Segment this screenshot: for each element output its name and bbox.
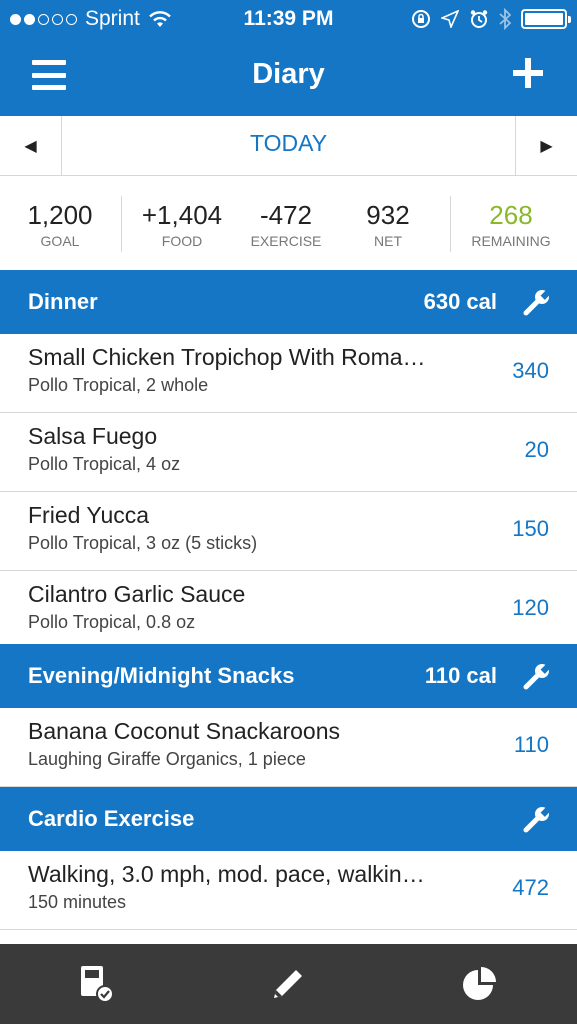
exercise-value: -472	[259, 200, 313, 230]
exercise-label: EXERCISE	[250, 233, 322, 249]
food-label: FOOD	[161, 233, 203, 249]
food-detail: Pollo Tropical, 4 oz	[28, 454, 181, 474]
location-icon	[441, 10, 459, 28]
chevron-left-icon: ◀	[24, 138, 37, 155]
food-detail: Pollo Tropical, 0.8 oz	[28, 612, 196, 632]
food-entry[interactable]: Fried Yucca Pollo Tropical, 3 oz (5 stic…	[0, 492, 577, 571]
goal-value: 1,200	[27, 200, 93, 230]
food-entry[interactable]: Cilantro Garlic Sauce Pollo Tropical, 0.…	[0, 571, 577, 650]
remaining-value: 268	[489, 200, 533, 230]
date-navigator: ◀ TODAY ▶	[0, 116, 577, 176]
battery-icon	[521, 9, 571, 29]
bottom-tab-bar	[0, 944, 577, 1024]
section-calories: 110 cal	[424, 663, 497, 688]
section-title: Dinner	[28, 289, 98, 314]
goal-label: GOAL	[40, 233, 80, 249]
section-header-snacks[interactable]: Evening/Midnight Snacks 110 cal	[0, 644, 577, 708]
wrench-icon[interactable]	[523, 805, 551, 833]
wrench-icon[interactable]	[523, 662, 551, 690]
app-header: Sprint 11:39 PM Diary	[0, 0, 577, 116]
food-calories: 150	[512, 516, 549, 541]
exercise-detail: 150 minutes	[28, 892, 127, 912]
food-calories: 20	[524, 437, 549, 462]
food-detail: Pollo Tropical, 3 oz (5 sticks)	[28, 533, 258, 553]
section-title: Cardio Exercise	[28, 806, 195, 831]
pencil-icon[interactable]	[268, 964, 308, 1004]
food-name: Banana Coconut Snackaroons	[28, 718, 340, 744]
exercise-entry[interactable]: Walking, 3.0 mph, mod. pace, walkin… 150…	[0, 851, 577, 930]
page-title: Diary	[252, 58, 325, 90]
remaining-summary: 268 REMAINING	[460, 200, 562, 249]
exercise-summary: -472 EXERCISE	[236, 200, 336, 249]
previous-day-button[interactable]: ◀	[0, 116, 62, 176]
net-summary: 932 NET	[338, 200, 438, 249]
food-name: Cilantro Garlic Sauce	[28, 581, 246, 607]
navigation-bar: Diary	[0, 38, 577, 116]
bluetooth-icon	[499, 8, 511, 30]
diary-check-icon[interactable]	[78, 964, 118, 1004]
food-detail: Laughing Giraffe Organics, 1 piece	[28, 749, 306, 769]
goal-summary: 1,200 GOAL	[10, 200, 110, 249]
plus-icon[interactable]	[513, 58, 543, 88]
next-row-peek	[0, 930, 577, 944]
wrench-icon[interactable]	[523, 288, 551, 316]
food-summary: +1,404 FOOD	[132, 200, 232, 249]
summary-divider	[121, 196, 122, 252]
chevron-right-icon: ▶	[540, 138, 553, 155]
calorie-summary: 1,200 GOAL +1,404 FOOD -472 EXERCISE 932…	[0, 176, 577, 270]
food-calories: 110	[513, 732, 549, 757]
food-entry[interactable]: Small Chicken Tropichop With Roma… Pollo…	[0, 334, 577, 413]
food-name: Fried Yucca	[28, 502, 150, 528]
pie-chart-icon[interactable]	[460, 964, 500, 1004]
food-entry[interactable]: Salsa Fuego Pollo Tropical, 4 oz 20	[0, 413, 577, 492]
section-header-cardio[interactable]: Cardio Exercise	[0, 787, 577, 851]
exercise-calories: 472	[512, 875, 549, 900]
food-name: Small Chicken Tropichop With Roma…	[28, 344, 426, 370]
rotation-lock-icon	[412, 10, 430, 28]
food-value: +1,404	[141, 200, 223, 230]
food-calories: 340	[512, 358, 549, 383]
section-calories: 630 cal	[423, 289, 497, 314]
summary-divider	[450, 196, 451, 252]
current-date-label[interactable]: TODAY	[62, 130, 515, 157]
net-label: NET	[374, 233, 402, 249]
status-indicators	[411, 8, 571, 30]
food-calories: 120	[512, 595, 549, 620]
status-bar: Sprint 11:39 PM	[0, 0, 577, 38]
alarm-icon	[470, 10, 488, 28]
food-name: Salsa Fuego	[28, 423, 158, 449]
exercise-name: Walking, 3.0 mph, mod. pace, walkin…	[28, 861, 425, 887]
remaining-label: REMAINING	[471, 233, 551, 249]
section-header-dinner[interactable]: Dinner 630 cal	[0, 270, 577, 334]
section-title: Evening/Midnight Snacks	[28, 663, 295, 688]
food-entry[interactable]: Banana Coconut Snackaroons Laughing Gira…	[0, 708, 577, 787]
net-value: 932	[366, 200, 410, 230]
food-detail: Pollo Tropical, 2 whole	[28, 375, 209, 395]
next-day-button[interactable]: ▶	[515, 116, 577, 176]
